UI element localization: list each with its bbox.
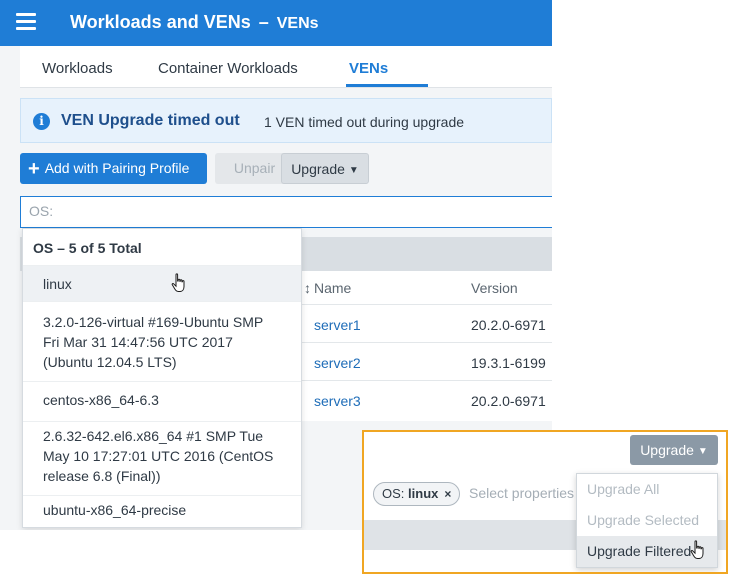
- hand-pointer-cursor-icon: [690, 540, 704, 559]
- tab-container-workloads[interactable]: Container Workloads: [158, 60, 298, 77]
- select-properties-input[interactable]: Select properties: [469, 485, 574, 501]
- filter-search-bar[interactable]: [20, 196, 552, 228]
- column-header-name[interactable]: Name: [314, 280, 351, 296]
- ven-version: 19.3.1-6199: [471, 355, 546, 371]
- active-tab-indicator: [346, 84, 428, 87]
- dropdown-option-linux[interactable]: linux: [23, 265, 301, 301]
- upgrade-button[interactable]: Upgrade ▼: [630, 435, 718, 465]
- plus-icon: +: [28, 158, 40, 180]
- column-header-version[interactable]: Version: [471, 280, 518, 296]
- ven-table: ↕ Name Version server1 20.2.0-6971 serve…: [300, 271, 552, 421]
- filter-chip-os-linux[interactable]: OS: linux ×: [373, 482, 461, 506]
- remove-filter-icon[interactable]: ×: [444, 487, 451, 501]
- page-title: Workloads and VENs – VENs: [70, 12, 319, 32]
- search-input[interactable]: [29, 203, 529, 219]
- ven-version: 20.2.0-6971: [471, 317, 546, 333]
- upgrade-options-callout: Upgrade ▼ OS: linux × Select properties Up…: [362, 430, 728, 574]
- ven-version: 20.2.0-6971: [471, 393, 546, 409]
- banner-message: 1 VEN timed out during upgrade: [264, 114, 465, 130]
- table-row[interactable]: server2 19.3.1-6199: [300, 342, 552, 380]
- tab-bar: Workloads Container Workloads VENs: [20, 46, 552, 88]
- add-with-pairing-profile-button[interactable]: + Add with Pairing Profile: [20, 153, 207, 184]
- ven-name-link[interactable]: server1: [314, 317, 361, 333]
- ven-name-link[interactable]: server3: [314, 393, 361, 409]
- hand-pointer-cursor-icon: [171, 273, 185, 292]
- menu-item-upgrade-selected[interactable]: Upgrade Selected: [577, 505, 717, 536]
- upgrade-button[interactable]: Upgrade ▼: [281, 153, 369, 184]
- alert-banner: i VEN Upgrade timed out 1 VEN timed out …: [20, 98, 552, 143]
- dropdown-option[interactable]: 3.2.0-126-virtual #169-Ubuntu SMP Fri Ma…: [23, 301, 301, 381]
- dropdown-option[interactable]: centos-x86_64-6.3: [23, 381, 301, 421]
- tab-workloads[interactable]: Workloads: [42, 60, 113, 77]
- chevron-down-icon: ▼: [697, 446, 708, 457]
- sort-icon[interactable]: ↕: [304, 280, 311, 296]
- page-subtitle: VENs: [276, 15, 319, 32]
- dropdown-option[interactable]: 2.6.32-642.el6.x86_64 #1 SMP Tue May 10 …: [23, 421, 301, 495]
- os-filter-dropdown: OS – 5 of 5 Total linux 3.2.0-126-virtua…: [22, 228, 302, 528]
- app-header: Workloads and VENs – VENs: [0, 0, 552, 46]
- chevron-down-icon: ▼: [348, 165, 359, 176]
- menu-item-upgrade-all[interactable]: Upgrade All: [577, 474, 717, 505]
- dropdown-header: OS – 5 of 5 Total: [33, 240, 142, 256]
- banner-title: VEN Upgrade timed out: [61, 112, 240, 129]
- dropdown-option[interactable]: ubuntu-x86_64-precise: [23, 495, 301, 527]
- hamburger-menu-icon[interactable]: [16, 13, 36, 30]
- ven-name-link[interactable]: server2: [314, 355, 361, 371]
- tab-vens[interactable]: VENs: [349, 60, 388, 77]
- table-row[interactable]: server1 20.2.0-6971: [300, 304, 552, 342]
- info-icon: i: [33, 113, 50, 130]
- table-row[interactable]: server3 20.2.0-6971: [300, 380, 552, 418]
